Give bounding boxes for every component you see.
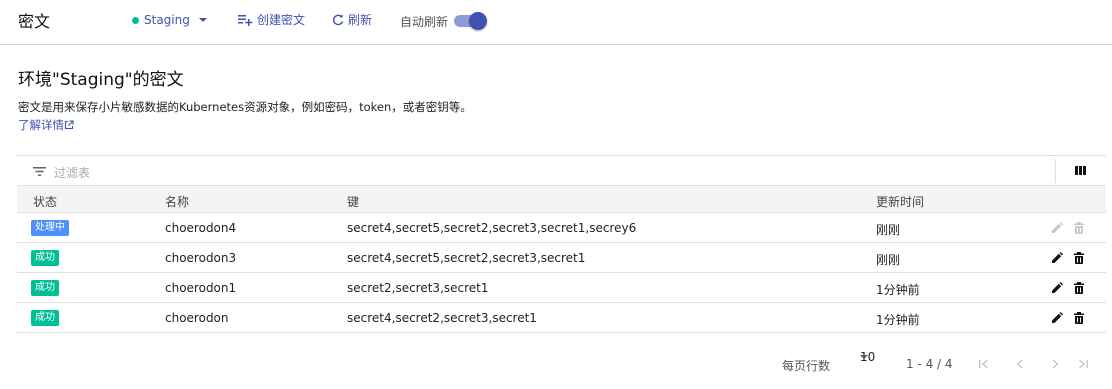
- refresh-label: 刷新: [348, 13, 373, 27]
- table-row: 成功 choerodon3 secret4,secret5,secret2,secr…: [17, 243, 1106, 273]
- trash-icon: [1074, 252, 1084, 264]
- refresh-button[interactable]: 刷新: [332, 11, 372, 28]
- secret-keys: secret4,secret5,secret2,secret3,secret1,…: [347, 221, 637, 235]
- secret-name: choerodon: [165, 311, 229, 325]
- edit-button[interactable]: [1051, 282, 1063, 297]
- status-badge: 成功: [31, 310, 59, 326]
- filter-divider: [1055, 159, 1056, 183]
- next-page-button[interactable]: [1049, 358, 1061, 373]
- edit-icon: [1052, 282, 1063, 293]
- delete-button[interactable]: [1074, 252, 1084, 267]
- status-badge: 成功: [31, 280, 59, 296]
- description-text: 密文是用来保存小片敏感数据的Kubernetes资源对象，例如密码，token，…: [18, 100, 472, 114]
- secrets-table: 过滤表 状态 名称 键 更新时间 处理中 choerodon4 secret4,se…: [17, 155, 1106, 333]
- secret-keys: secret4,secret2,secret3,secret1: [347, 311, 537, 325]
- learn-more-label: 了解详情: [18, 118, 64, 132]
- first-page-button[interactable]: [978, 358, 990, 373]
- table-body: 处理中 choerodon4 secret4,secret5,secret2,sec…: [17, 213, 1106, 333]
- delete-button[interactable]: [1074, 312, 1084, 327]
- environment-selector[interactable]: Staging: [132, 13, 207, 27]
- first-page-icon: [979, 359, 988, 369]
- page-header-title: 密文: [18, 12, 51, 31]
- edit-icon: [1052, 312, 1063, 323]
- filter-input[interactable]: 过滤表: [54, 164, 90, 181]
- column-header-updated[interactable]: 更新时间: [876, 193, 924, 210]
- chevron-left-icon: [1016, 359, 1023, 369]
- edit-icon: [1052, 222, 1063, 233]
- refresh-icon: [333, 13, 344, 25]
- pagination: 每页行数 10 1 - 4 / 4: [0, 350, 1112, 375]
- secret-name: choerodon3: [165, 251, 237, 265]
- page-description: 密文是用来保存小片敏感数据的Kubernetes资源对象，例如密码，token，…: [18, 98, 478, 134]
- playlist-add-icon: [238, 14, 253, 26]
- secret-name: choerodon1: [165, 281, 237, 295]
- filter-bar: 过滤表: [17, 155, 1106, 186]
- updated-time: 刚刚: [876, 253, 901, 267]
- secret-keys: secret4,secret5,secret2,secret3,secret1: [347, 251, 586, 265]
- filter-icon: [33, 167, 46, 176]
- edit-button[interactable]: [1051, 312, 1063, 327]
- page-range: 1 - 4 / 4: [906, 357, 953, 371]
- updated-time: 刚刚: [876, 223, 901, 237]
- environment-name: Staging: [144, 13, 190, 27]
- edit-button[interactable]: [1051, 222, 1063, 237]
- table-row: 成功 choerodon1 secret2,secret3,secret1 1分钟前: [17, 273, 1106, 303]
- previous-page-button[interactable]: [1014, 358, 1026, 373]
- toggle-knob: [469, 12, 487, 30]
- create-secret-label: 创建密文: [257, 13, 306, 27]
- delete-button[interactable]: [1074, 222, 1084, 237]
- trash-icon: [1074, 222, 1084, 234]
- trash-icon: [1074, 312, 1084, 324]
- secret-name: choerodon4: [165, 221, 237, 235]
- edit-icon: [1052, 252, 1063, 263]
- chevron-right-icon: [1052, 359, 1059, 369]
- trash-icon: [1074, 282, 1084, 294]
- rows-per-page-label: 每页行数: [782, 359, 831, 373]
- auto-refresh-label: 自动刷新: [400, 15, 449, 29]
- table-row: 成功 choerodon secret4,secret2,secret3,secre…: [17, 303, 1106, 333]
- create-secret-button[interactable]: 创建密文: [238, 11, 305, 28]
- top-bar: 密文 Staging 创建密文 刷新 自动刷新: [0, 0, 1112, 45]
- updated-time: 1分钟前: [876, 283, 920, 297]
- column-header-name[interactable]: 名称: [165, 193, 189, 210]
- column-filter-icon[interactable]: [1075, 166, 1086, 175]
- status-badge: 成功: [31, 250, 59, 266]
- edit-button[interactable]: [1051, 252, 1063, 267]
- learn-more-link[interactable]: 了解详情: [18, 118, 74, 132]
- chevron-down-icon: [860, 355, 868, 359]
- column-header-keys[interactable]: 键: [347, 193, 359, 210]
- status-badge: 处理中: [31, 220, 69, 236]
- chevron-down-icon: [198, 18, 207, 22]
- secret-keys: secret2,secret3,secret1: [347, 281, 489, 295]
- updated-time: 1分钟前: [876, 313, 920, 327]
- page-title: 环境"Staging"的密文: [18, 70, 184, 90]
- auto-refresh-toggle[interactable]: [454, 12, 487, 30]
- table-row: 处理中 choerodon4 secret4,secret5,secret2,sec…: [17, 213, 1106, 243]
- delete-button[interactable]: [1074, 282, 1084, 297]
- column-header-status[interactable]: 状态: [33, 193, 57, 210]
- environment-status-dot: [132, 16, 139, 24]
- last-page-button[interactable]: [1077, 358, 1089, 373]
- external-link-icon: [64, 120, 74, 130]
- table-header: 状态 名称 键 更新时间: [17, 186, 1106, 213]
- last-page-icon: [1079, 359, 1088, 369]
